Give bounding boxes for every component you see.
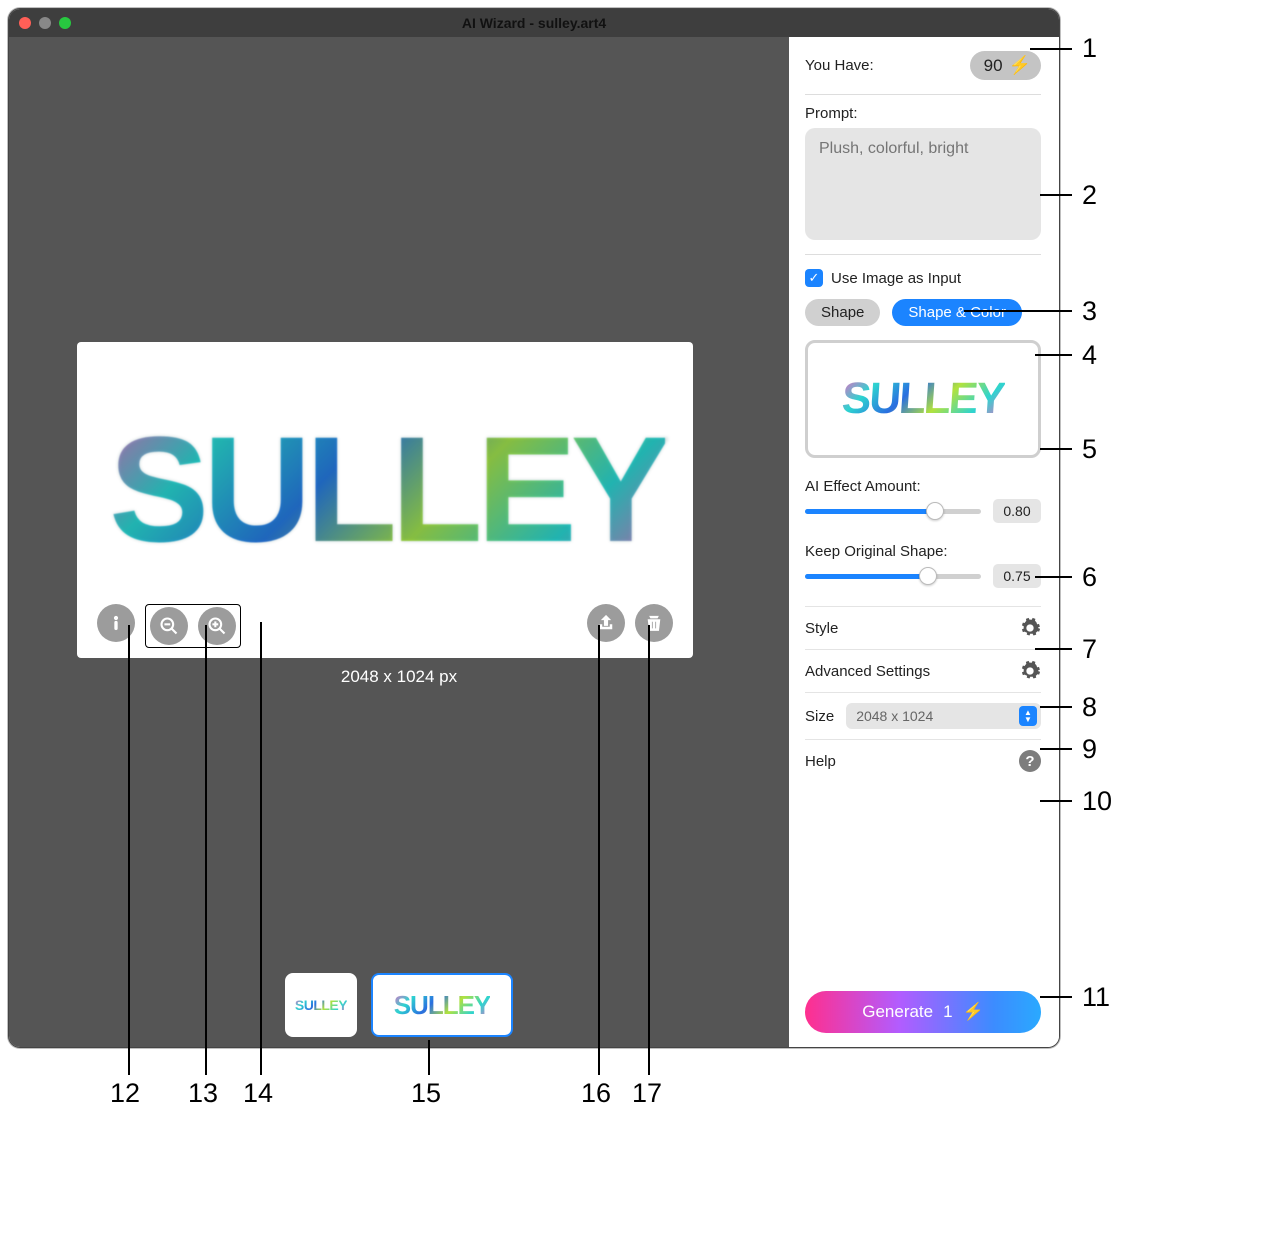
- preview-image: SULLEY: [77, 342, 693, 658]
- delete-button[interactable]: [635, 604, 673, 642]
- credits-pill[interactable]: 90 ⚡: [970, 51, 1041, 80]
- preview-text: SULLEY: [99, 386, 675, 592]
- segment-shape[interactable]: Shape: [805, 299, 880, 326]
- credits-label: You Have:: [805, 57, 874, 74]
- input-mode-segmented: Shape Shape & Color: [805, 299, 1041, 326]
- input-thumbnail[interactable]: SULLEY: [805, 340, 1041, 458]
- help-label: Help: [805, 753, 836, 770]
- help-button[interactable]: ?: [1019, 750, 1041, 772]
- zoom-in-button[interactable]: [198, 607, 236, 645]
- bolt-icon: ⚡: [1009, 55, 1031, 76]
- prompt-label: Prompt:: [805, 105, 1041, 122]
- zoom-out-icon: [159, 616, 179, 636]
- advanced-row-label: Advanced Settings: [805, 663, 930, 680]
- thumbnail-strip: SULLEY SULLEY: [285, 973, 513, 1037]
- zoom-in-icon: [207, 616, 227, 636]
- size-value: 2048 x 1024: [856, 708, 933, 724]
- titlebar: AI Wizard - sulley.art4: [9, 9, 1059, 37]
- effect-amount-value: 0.80: [993, 499, 1041, 523]
- segment-shape-and-color[interactable]: Shape & Color: [892, 299, 1022, 326]
- keep-shape-label: Keep Original Shape:: [805, 543, 1041, 560]
- effect-amount-slider[interactable]: [805, 509, 981, 514]
- credits-value: 90: [984, 56, 1003, 76]
- thumbnail-result-selected[interactable]: SULLEY: [371, 973, 513, 1037]
- style-row-label: Style: [805, 620, 838, 637]
- zoom-controls: [145, 604, 241, 648]
- window-title: AI Wizard - sulley.art4: [9, 15, 1059, 31]
- bolt-icon: ⚡: [963, 1002, 984, 1022]
- canvas-dimensions: 2048 x 1024 px: [9, 667, 789, 687]
- trash-icon: [644, 613, 664, 633]
- zoom-out-button[interactable]: [150, 607, 188, 645]
- thumbnail-original[interactable]: SULLEY: [285, 973, 357, 1037]
- size-label: Size: [805, 708, 834, 725]
- use-image-label: Use Image as Input: [831, 270, 961, 287]
- prompt-input[interactable]: [805, 128, 1041, 240]
- use-image-checkbox-row[interactable]: ✓ Use Image as Input: [805, 269, 1041, 287]
- app-window: AI Wizard - sulley.art4 SULLEY: [8, 8, 1060, 1048]
- side-panel: You Have: 90 ⚡ Prompt: ✓ Use Image as In…: [789, 37, 1059, 1047]
- gear-icon[interactable]: [1019, 660, 1041, 682]
- keep-shape-slider[interactable]: [805, 574, 981, 579]
- canvas-area: SULLEY: [9, 37, 789, 1047]
- size-select[interactable]: 2048 x 1024 ▲▼: [846, 703, 1041, 729]
- chevron-updown-icon: ▲▼: [1019, 706, 1037, 726]
- keep-shape-value: 0.75: [993, 564, 1041, 588]
- info-icon: [106, 613, 126, 633]
- effect-amount-label: AI Effect Amount:: [805, 478, 1041, 495]
- info-button[interactable]: [97, 604, 135, 642]
- share-button[interactable]: [587, 604, 625, 642]
- gear-icon[interactable]: [1019, 617, 1041, 639]
- generate-button[interactable]: Generate 1 ⚡: [805, 991, 1041, 1033]
- share-icon: [596, 613, 616, 633]
- checkbox-checked-icon: ✓: [805, 269, 823, 287]
